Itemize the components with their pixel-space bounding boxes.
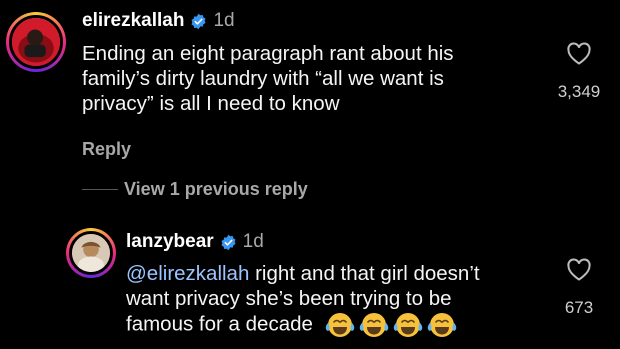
avatar-elirezkallah[interactable] [6, 12, 66, 72]
view-previous-replies-button[interactable]: View 1 previous reply [124, 179, 308, 200]
comment-line-text: famous for a decade [126, 312, 313, 336]
comment-time: 1d [242, 231, 264, 252]
face-with-tears-of-joy-icon [325, 313, 354, 337]
verified-badge-icon [221, 234, 236, 250]
thread-divider-line [82, 189, 118, 190]
comment-line-text: right and that girl doesn’t [249, 262, 480, 285]
verified-badge-icon [191, 13, 206, 29]
username-text[interactable]: elirezkallah [82, 10, 184, 32]
comment-line: want privacy she’s been trying to be [126, 287, 452, 310]
comment-line: @elirezkallah right and that girl doesn’… [126, 261, 480, 286]
mention-link[interactable]: @elirezkallah [126, 262, 249, 285]
emoji-row [325, 311, 457, 339]
comment-line: famous for a decade [126, 311, 480, 339]
avatar-lanzybear[interactable] [66, 228, 116, 278]
comment-line: Ending an eight paragraph rant about his [82, 42, 454, 65]
face-with-tears-of-joy-icon [393, 313, 422, 337]
like-heart-icon[interactable] [566, 42, 592, 66]
comment-text: @elirezkallah right and that girl doesn’… [126, 261, 480, 339]
like-count: 3,349 [557, 82, 601, 101]
reply-button[interactable]: Reply [82, 139, 131, 160]
comment-username[interactable]: lanzybear 1d [126, 231, 264, 253]
comment-line: family’s dirty laundry with “all we want… [82, 67, 444, 90]
comment-text: Ending an eight paragraph rant about his… [82, 41, 454, 116]
face-with-tears-of-joy-icon [427, 313, 456, 337]
like-count: 673 [564, 298, 594, 317]
avatar-image [69, 231, 113, 275]
username-text[interactable]: lanzybear [126, 231, 214, 253]
avatar-image [9, 15, 63, 69]
like-heart-icon[interactable] [566, 258, 592, 282]
comment-line: privacy” is all I need to know [82, 92, 340, 115]
comment-username[interactable]: elirezkallah 1d [82, 10, 235, 32]
comment-time: 1d [213, 10, 235, 31]
face-with-tears-of-joy-icon [359, 313, 388, 337]
